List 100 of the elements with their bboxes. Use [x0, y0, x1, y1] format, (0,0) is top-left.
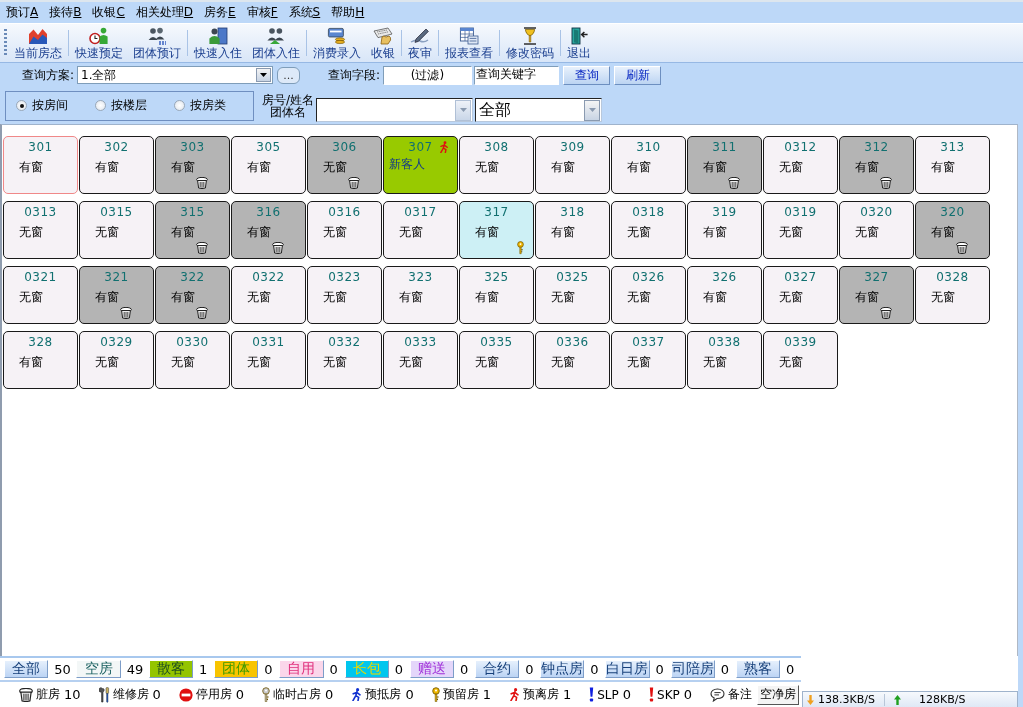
room-tile[interactable]: 0338 无窗 — [687, 331, 762, 389]
category-button[interactable]: 合约 — [474, 660, 520, 678]
toolbar-button[interactable]: 退出 — [562, 24, 596, 62]
runner-icon — [439, 141, 449, 153]
room-tile[interactable]: 0322 无窗 — [231, 266, 306, 324]
room-tile[interactable]: 0332 无窗 — [307, 331, 382, 389]
room-tile[interactable]: 0316 无窗 — [307, 201, 382, 259]
room-tile[interactable]: 0315 无窗 — [79, 201, 154, 259]
room-tile[interactable]: 0339 无窗 — [763, 331, 838, 389]
menu-item[interactable]: 审核F — [246, 5, 278, 19]
room-tile[interactable]: 309 有窗 — [535, 136, 610, 194]
keyword-field[interactable]: 查询关键字 — [474, 65, 559, 85]
room-tile[interactable]: 328 有窗 — [3, 331, 78, 389]
room-tile[interactable]: 0336 无窗 — [535, 331, 610, 389]
room-tile[interactable]: 0317 无窗 — [383, 201, 458, 259]
menu-item[interactable]: 接待B — [49, 5, 82, 19]
room-tile[interactable]: 0312 无窗 — [763, 136, 838, 194]
room-tile[interactable]: 0327 无窗 — [763, 266, 838, 324]
category-button[interactable]: 白日房 — [605, 660, 650, 678]
room-tile[interactable]: 310 有窗 — [611, 136, 686, 194]
radio-label[interactable]: 按房间 — [32, 97, 68, 114]
toolbar-button[interactable]: 快速入住 — [189, 24, 247, 62]
category-button[interactable]: 散客 — [148, 660, 194, 678]
room-tile[interactable]: 323 有窗 — [383, 266, 458, 324]
room-label: 无窗 — [475, 160, 500, 174]
room-tile[interactable]: 320 有窗 — [915, 201, 990, 259]
room-tile[interactable]: 322 有窗 — [155, 266, 230, 324]
room-tile[interactable]: 0318 无窗 — [611, 201, 686, 259]
room-tile[interactable]: 315 有窗 — [155, 201, 230, 259]
room-type-combo[interactable]: 全部 — [475, 98, 602, 122]
room-tile[interactable]: 307 新客人 — [383, 136, 458, 194]
category-button[interactable]: 司陪房 — [670, 660, 715, 678]
room-tile[interactable]: 327 有窗 — [839, 266, 914, 324]
room-tile[interactable]: 0335 无窗 — [459, 331, 534, 389]
room-tile[interactable]: 312 有窗 — [839, 136, 914, 194]
category-count: 0 — [394, 661, 404, 677]
room-tile[interactable]: 0321 无窗 — [3, 266, 78, 324]
room-tile[interactable]: 0329 无窗 — [79, 331, 154, 389]
room-tile[interactable]: 306 无窗 — [307, 136, 382, 194]
filter-field[interactable]: (过滤) — [383, 65, 472, 85]
toolbar-button[interactable]: 消费录入 — [308, 24, 366, 62]
category-button[interactable]: 赠送 — [409, 660, 454, 678]
toolbar-button[interactable]: 快速预定 — [70, 24, 128, 62]
search-button[interactable]: 查询 — [563, 65, 610, 85]
room-tile[interactable]: 317 有窗 — [459, 201, 534, 259]
menu-item[interactable]: 系统S — [288, 5, 321, 19]
room-label: 无窗 — [19, 290, 44, 304]
refresh-button[interactable]: 刷新 — [614, 65, 661, 85]
category-button[interactable]: 全部 — [4, 660, 49, 678]
search-combo[interactable] — [316, 98, 473, 122]
room-tile[interactable]: 0326 无窗 — [611, 266, 686, 324]
room-tile[interactable]: 0328 无窗 — [915, 266, 990, 324]
more-button[interactable]: ... — [277, 66, 300, 84]
menu-item[interactable]: 相关处理D — [135, 5, 194, 19]
room-tile[interactable]: 301 有窗 — [3, 136, 78, 194]
room-tile[interactable]: 0325 无窗 — [535, 266, 610, 324]
toolbar-button[interactable]: 修改密码 — [501, 24, 559, 62]
room-tile[interactable]: 0323 无窗 — [307, 266, 382, 324]
toolbar-grip[interactable] — [4, 29, 7, 57]
scheme-dropdown[interactable]: 1.全部 — [77, 66, 273, 84]
room-tile[interactable]: 316 有窗 — [231, 201, 306, 259]
toolbar-button[interactable]: 夜审 — [403, 24, 437, 62]
room-tile[interactable]: 319 有窗 — [687, 201, 762, 259]
room-tile[interactable]: 0319 无窗 — [763, 201, 838, 259]
room-tile[interactable]: 0337 无窗 — [611, 331, 686, 389]
radio-button[interactable] — [95, 100, 106, 111]
room-tile[interactable]: 0331 无窗 — [231, 331, 306, 389]
room-tile[interactable]: 311 有窗 — [687, 136, 762, 194]
room-label: 无窗 — [323, 160, 348, 174]
radio-button[interactable] — [16, 100, 27, 111]
room-tile[interactable]: 325 有窗 — [459, 266, 534, 324]
clean-room-button[interactable]: 空净房 — [757, 684, 800, 705]
toolbar-button[interactable]: 收银 — [366, 24, 400, 62]
menu-item[interactable]: 帮助H — [331, 5, 365, 19]
room-tile[interactable]: 326 有窗 — [687, 266, 762, 324]
category-button[interactable]: 空房 — [76, 660, 121, 678]
toolbar-button[interactable]: 报表查看 — [440, 24, 498, 62]
radio-button[interactable] — [174, 100, 185, 111]
room-tile[interactable]: 318 有窗 — [535, 201, 610, 259]
room-tile[interactable]: 0330 无窗 — [155, 331, 230, 389]
toolbar-button[interactable]: 团体入住 — [247, 24, 305, 62]
toolbar-button[interactable]: 团体预订 — [128, 24, 186, 62]
category-button[interactable]: 熟客 — [735, 660, 780, 678]
room-number: 310 — [636, 140, 661, 154]
room-tile[interactable]: 303 有窗 — [155, 136, 230, 194]
room-tile[interactable]: 0333 无窗 — [383, 331, 458, 389]
radio-label[interactable]: 按楼层 — [111, 97, 147, 114]
room-tile[interactable]: 0320 无窗 — [839, 201, 914, 259]
menu-item[interactable]: 收银C — [92, 5, 125, 19]
room-tile[interactable]: 321 有窗 — [79, 266, 154, 324]
room-tile[interactable]: 308 无窗 — [459, 136, 534, 194]
radio-label[interactable]: 按房类 — [190, 97, 226, 114]
toolbar-button[interactable]: 当前房态 — [9, 24, 67, 62]
room-tile[interactable]: 305 有窗 — [231, 136, 306, 194]
room-tile[interactable]: 302 有窗 — [79, 136, 154, 194]
menu-item[interactable]: 预订A — [6, 5, 39, 19]
menu-item[interactable]: 房务E — [204, 5, 236, 19]
category-button[interactable]: 钟点房 — [540, 660, 585, 678]
room-tile[interactable]: 0313 无窗 — [3, 201, 78, 259]
room-tile[interactable]: 313 有窗 — [915, 136, 990, 194]
